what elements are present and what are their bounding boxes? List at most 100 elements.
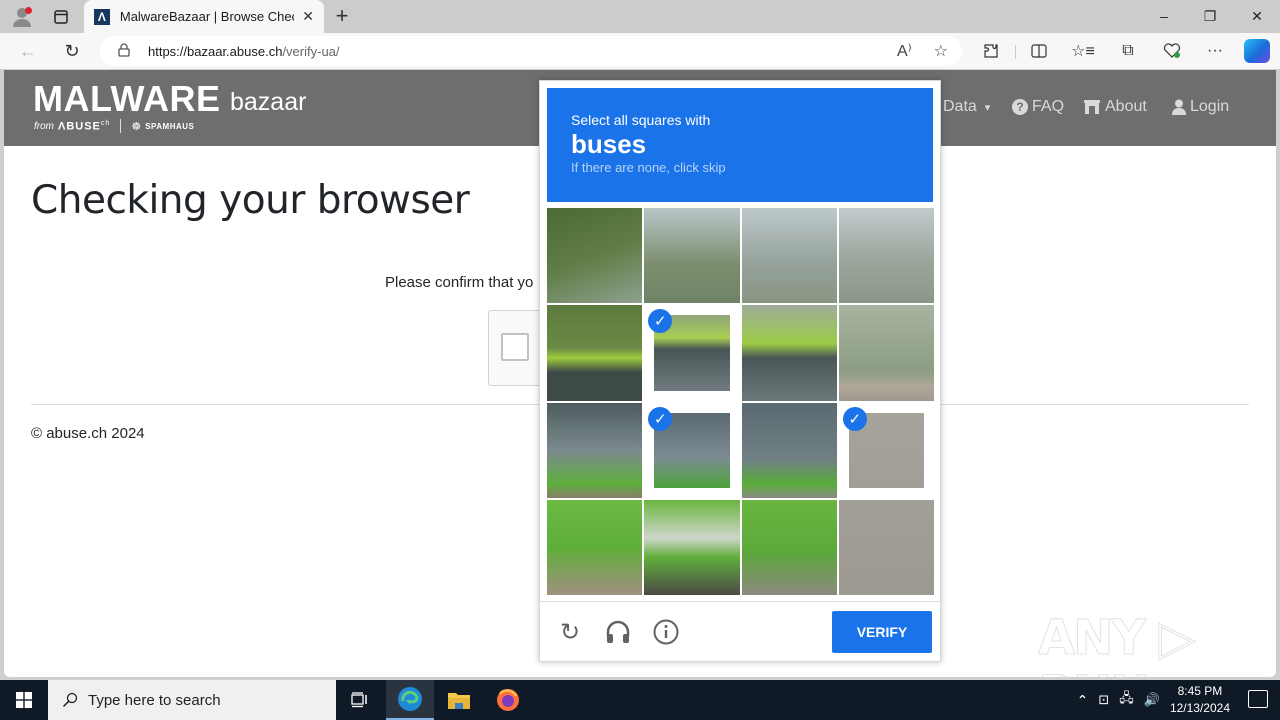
browser-toolbar: ← ↻ https://bazaar.abuse.ch/verify-ua/ A…: [0, 33, 1280, 69]
challenge-image-grid: ✓✓✓✓✓✓✓✓✓✓✓✓✓✓✓✓: [547, 208, 934, 595]
captcha-tile-image: [547, 402, 643, 498]
captcha-tile[interactable]: ✓: [838, 208, 934, 304]
logo-byline: from ΛBUSEch ☸ SPAMHAUS: [34, 119, 194, 133]
captcha-tile-image: [838, 208, 934, 304]
nav-faq-label: FAQ: [1032, 98, 1065, 115]
split-screen-icon[interactable]: [1027, 40, 1051, 62]
firefox-icon: [497, 689, 519, 711]
more-menu-icon[interactable]: ···: [1203, 40, 1227, 62]
search-placeholder: Type here to search: [88, 691, 221, 709]
restore-button[interactable]: ❐: [1190, 4, 1230, 28]
collections-icon[interactable]: ⧉: [1116, 40, 1140, 62]
reload-challenge-icon[interactable]: ↻: [555, 617, 585, 647]
audio-challenge-icon[interactable]: [603, 617, 633, 647]
browser-essentials-icon[interactable]: [1160, 40, 1184, 62]
malwarebazaar-favicon-icon: Λ: [94, 8, 110, 25]
back-button[interactable]: ←: [14, 39, 42, 63]
verify-button[interactable]: VERIFY: [832, 611, 932, 653]
tile-selected-check-icon: ✓: [842, 406, 867, 431]
captcha-tile[interactable]: ✓: [741, 402, 837, 498]
profile-button[interactable]: [8, 4, 36, 30]
captcha-tile[interactable]: ✓: [741, 208, 837, 304]
read-aloud-icon[interactable]: A⁾: [897, 41, 912, 61]
browser-title-bar: Λ MalwareBazaar | Browse Checking ✕ + – …: [0, 0, 1280, 33]
confirm-text: Please confirm that yo: [385, 274, 534, 291]
page-title: Checking your browser: [31, 178, 470, 223]
captcha-tile-image: [741, 208, 837, 304]
toolbar-divider: [1015, 45, 1016, 59]
captcha-tile-image: [741, 305, 837, 401]
volume-icon[interactable]: 🔊: [1144, 692, 1160, 708]
building-icon: [1084, 100, 1100, 114]
captcha-tile[interactable]: ✓: [547, 305, 643, 401]
copilot-icon[interactable]: [1244, 39, 1270, 63]
lock-icon: [118, 42, 134, 60]
extensions-icon[interactable]: [979, 40, 1003, 62]
nav-login[interactable]: Login: [1172, 98, 1229, 116]
captcha-tile-image: [547, 208, 643, 304]
tile-selected-check-icon: ✓: [648, 406, 673, 431]
challenge-instruction: Select all squares with: [571, 112, 711, 128]
captcha-tile[interactable]: ✓: [741, 305, 837, 401]
recaptcha-checkbox[interactable]: [501, 333, 529, 361]
recaptcha-challenge-dialog: Select all squares with buses If there a…: [539, 80, 941, 662]
captcha-tile[interactable]: ✓: [547, 402, 643, 498]
spamhaus-logo-text: SPAMHAUS: [145, 121, 195, 131]
network-icon[interactable]: 🖧: [1119, 689, 1134, 711]
windows-logo-icon: [16, 692, 32, 708]
notification-dot: [25, 7, 32, 14]
captcha-tile-image: [644, 499, 740, 595]
caret-down-icon: ▾: [984, 101, 991, 114]
nav-data-label: Data: [943, 98, 977, 115]
logo-bazaar[interactable]: bazaar: [230, 88, 306, 117]
info-icon[interactable]: [651, 617, 681, 647]
task-view-button[interactable]: [336, 680, 384, 720]
reload-button[interactable]: ↻: [58, 39, 86, 63]
new-tab-button[interactable]: +: [330, 3, 354, 28]
captcha-tile-image: [838, 499, 934, 595]
logo-malware[interactable]: MALWARE: [33, 78, 221, 120]
challenge-target: buses: [571, 129, 647, 159]
captcha-tile-image: [838, 305, 934, 401]
start-button[interactable]: [0, 680, 48, 720]
favorites-icon[interactable]: ☆≡: [1071, 40, 1095, 62]
meet-now-icon[interactable]: ⊡: [1098, 692, 1109, 708]
captcha-tile[interactable]: ✓: [838, 305, 934, 401]
captcha-tile[interactable]: ✓: [644, 208, 740, 304]
user-icon: [1172, 99, 1186, 115]
tab-actions-button[interactable]: [48, 4, 74, 30]
nav-faq[interactable]: ? FAQ: [1012, 98, 1064, 116]
captcha-tile[interactable]: ✓: [838, 499, 934, 595]
nav-data-dropdown[interactable]: Data ▾: [943, 98, 990, 116]
task-view-icon: [351, 692, 367, 708]
spamhaus-logo-icon: ☸: [131, 120, 142, 133]
url-text[interactable]: https://bazaar.abuse.ch/verify-ua/: [148, 44, 340, 59]
minimize-button[interactable]: –: [1144, 4, 1184, 28]
captcha-tile[interactable]: ✓: [644, 305, 739, 400]
challenge-header: Select all squares with buses If there a…: [547, 88, 933, 202]
captcha-tile-image: [644, 208, 740, 304]
captcha-tile[interactable]: ✓: [741, 499, 837, 595]
browser-tab-active[interactable]: Λ MalwareBazaar | Browse Checking ✕: [84, 0, 324, 33]
favorite-star-icon[interactable]: ☆: [934, 41, 948, 61]
clock-time: 8:45 PM: [1177, 684, 1223, 698]
address-bar[interactable]: https://bazaar.abuse.ch/verify-ua/ A⁾ ☆: [100, 36, 962, 66]
taskbar-edge[interactable]: [386, 680, 434, 720]
captcha-tile[interactable]: ✓: [547, 208, 643, 304]
notification-center-icon[interactable]: [1248, 690, 1268, 708]
taskbar-clock[interactable]: 8:45 PM 12/13/2024: [1170, 683, 1230, 717]
captcha-tile[interactable]: ✓: [644, 499, 740, 595]
close-window-button[interactable]: ✕: [1237, 4, 1277, 28]
tab-close-icon[interactable]: ✕: [302, 8, 314, 25]
captcha-tile[interactable]: ✓: [839, 403, 934, 498]
nav-about[interactable]: About: [1083, 98, 1147, 116]
taskbar-firefox[interactable]: [484, 680, 532, 720]
captcha-tile[interactable]: ✓: [547, 499, 643, 595]
tray-overflow-chevron-icon[interactable]: ⌃: [1077, 692, 1089, 709]
taskbar-file-explorer[interactable]: [435, 680, 483, 720]
captcha-tile-image: [741, 499, 837, 595]
tab-title: MalwareBazaar | Browse Checking: [119, 9, 294, 24]
taskbar-search[interactable]: Type here to search: [48, 680, 336, 720]
captcha-tile[interactable]: ✓: [644, 403, 739, 498]
windows-taskbar: Type here to search ⌃ ⊡ 🖧 🔊 8:45 PM 12/1…: [0, 680, 1280, 720]
